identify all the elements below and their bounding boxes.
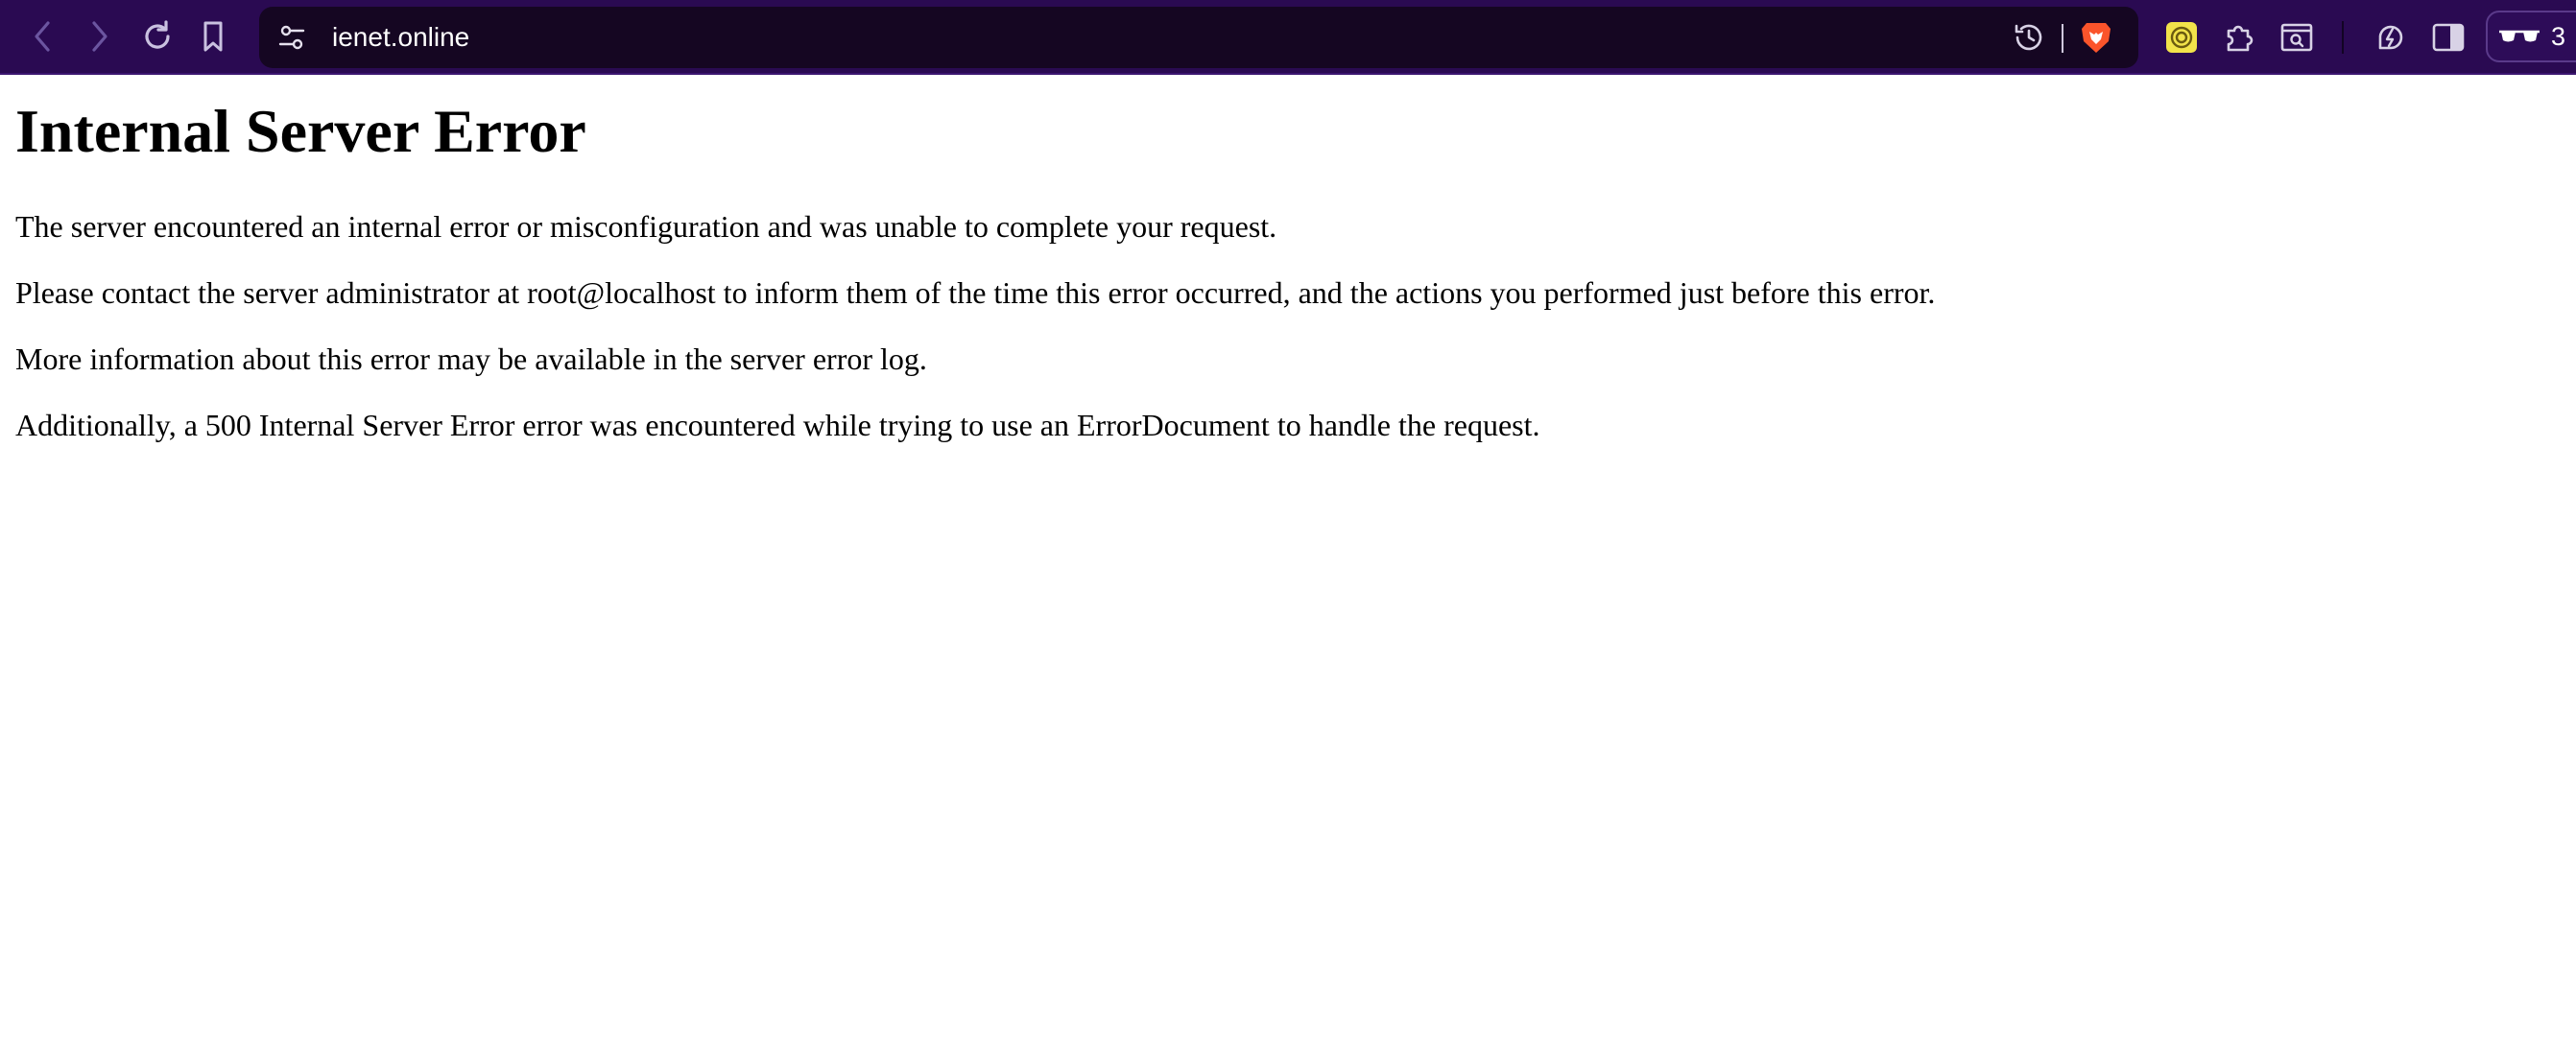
- toolbar-divider: [2342, 21, 2344, 54]
- url-text[interactable]: ienet.online: [332, 7, 469, 68]
- chevron-left-icon: [28, 19, 57, 54]
- sidebar-icon[interactable]: [2430, 19, 2467, 56]
- leo-ai-icon[interactable]: [2373, 19, 2409, 56]
- brave-lion-icon[interactable]: [2077, 18, 2115, 57]
- bookmark-icon: [199, 19, 227, 54]
- puzzle-icon[interactable]: [2221, 19, 2257, 56]
- back-button[interactable]: [19, 13, 65, 59]
- page-title: Internal Server Error: [15, 97, 586, 165]
- tune-icon[interactable]: [274, 20, 309, 55]
- address-bar[interactable]: ienet.online: [259, 7, 2138, 68]
- error-paragraph: Please contact the server administrator …: [15, 275, 1936, 310]
- chevron-right-icon: [85, 19, 114, 54]
- extension-badge-icon[interactable]: [2165, 21, 2198, 54]
- page-content: Internal Server Error The server encount…: [15, 75, 2559, 444]
- browser-toolbar: ienet.online 3: [0, 0, 2576, 75]
- error-paragraph: More information about this error may be…: [15, 342, 927, 376]
- history-icon[interactable]: [2012, 20, 2046, 55]
- profile-count: 3: [2551, 22, 2566, 51]
- error-paragraph: Additionally, a 500 Internal Server Erro…: [15, 408, 1540, 442]
- forward-button[interactable]: [77, 13, 123, 59]
- bookmark-button[interactable]: [190, 13, 236, 59]
- glasses-icon: [2497, 20, 2541, 53]
- error-paragraph: The server encountered an internal error…: [15, 209, 1277, 244]
- reload-button[interactable]: [134, 13, 180, 59]
- reload-icon: [140, 19, 175, 54]
- address-bar-divider: [2062, 24, 2063, 53]
- reader-mode-icon[interactable]: [2278, 19, 2315, 56]
- private-window-badge[interactable]: 3: [2486, 11, 2576, 62]
